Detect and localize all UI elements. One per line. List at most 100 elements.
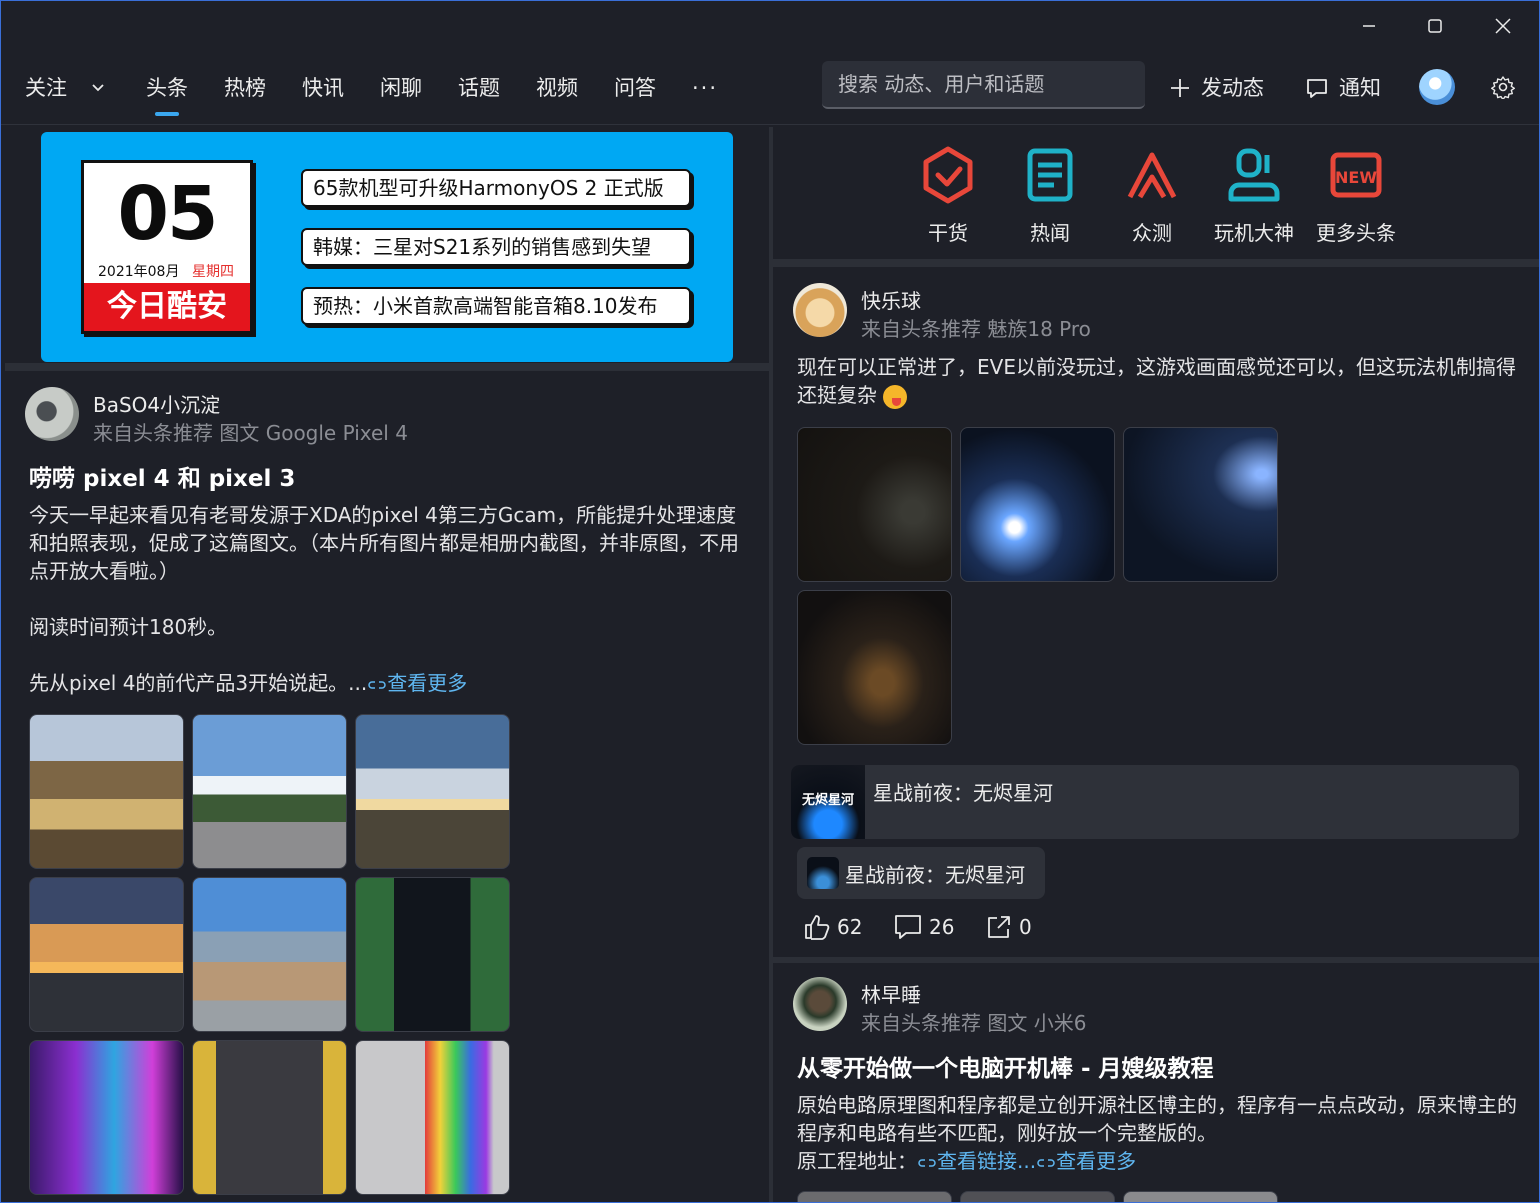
notify-button-label: 通知 [1339,76,1381,100]
close-button[interactable] [1470,1,1536,51]
author-avatar[interactable] [793,977,847,1031]
category-bar: 干货 热闻 众测 玩机大神 NEW 更多头条 [773,127,1539,259]
post-body: 今天一早起来看见有老哥发源于XDA的pixel 4第三方Gcam，所能提升处理速… [29,503,739,583]
photo-thumbnail[interactable] [355,877,510,1032]
post-meta: 来自头条推荐 魅族18 Pro [861,317,1091,341]
photo-thumbnail[interactable] [192,877,347,1032]
settings-button[interactable] [1490,75,1515,103]
post-meta: 来自头条推荐 图文 小米6 [861,1011,1087,1035]
nav-follow[interactable]: 关注 [25,73,105,103]
link-icon [918,1158,936,1167]
share-button[interactable]: 0 [985,913,1032,941]
like-button[interactable]: 62 [803,913,862,941]
project-link-label: 查看链接... [937,1149,1037,1173]
more-tabs-button[interactable]: ··· [692,73,718,103]
section-divider [5,363,769,371]
post-links: 原工程地址： 查看链接... 查看更多 [797,1147,1136,1175]
photo-thumbnail[interactable] [192,1040,347,1195]
photo-thumbnail[interactable] [1123,1191,1278,1202]
tab-headlines[interactable]: 头条 [146,73,188,116]
post-button[interactable]: 发动态 [1169,73,1264,103]
photo-thumbnail[interactable] [29,877,184,1032]
search-input[interactable] [822,61,1145,109]
section-divider [773,259,1539,267]
emoji-icon [883,384,908,409]
thumbs-up-icon [805,915,830,940]
gear-icon [1490,76,1515,101]
feed-post[interactable]: BaSO4小沉淀 来自头条推荐 图文 Google Pixel 4 唠唠 pix… [5,371,769,1202]
minimize-button[interactable] [1336,1,1402,51]
tag-logo [807,857,839,889]
message-icon [1307,79,1327,98]
author-name[interactable]: 快乐球 [861,285,921,314]
banner-headline[interactable]: 预热：小米首款高端智能音箱8.10发布 [301,287,691,325]
photo-thumbnail[interactable] [29,714,184,869]
author-avatar[interactable] [793,283,847,337]
calendar-day: 05 [117,171,219,257]
tab-topics[interactable]: 话题 [458,73,500,103]
photo-thumbnail[interactable] [355,714,510,869]
photo-thumbnail[interactable] [29,1040,184,1195]
screenshot-thumbnail[interactable] [960,427,1115,582]
link-icon [1037,1158,1055,1167]
game-card[interactable]: 无烬星河 星战前夜：无烬星河 [791,765,1519,839]
daily-banner[interactable]: 05 2021年08月 星期四 今日酷安 65款机型可升级HarmonyOS 2… [41,132,733,362]
notify-button[interactable]: 通知 [1305,73,1381,103]
chevron-down-icon [92,84,104,92]
comment-count: 26 [929,915,955,939]
tab-news[interactable]: 快讯 [302,73,344,103]
post-button-label: 发动态 [1201,76,1264,100]
project-link[interactable]: 查看链接... [917,1149,1036,1173]
comment-button[interactable]: 26 [893,913,954,941]
close-icon [1495,18,1511,34]
category-item[interactable]: NEW 更多头条 [1311,143,1401,245]
post-title[interactable]: 唠唠 pixel 4 和 pixel 3 [29,459,295,493]
post-reading-time: 阅读时间预计180秒。 [29,615,228,639]
comment-icon [895,915,921,939]
category-item[interactable]: 热闻 [1005,143,1095,245]
see-more-link[interactable]: 查看更多 [1036,1149,1136,1173]
maximize-button[interactable] [1402,1,1468,51]
document-icon [1027,148,1073,202]
see-more-link[interactable]: 查看更多 [367,671,467,695]
triangle-test-icon [1127,152,1177,199]
photo-thumbnail[interactable] [192,714,347,869]
post-title[interactable]: 从零开始做一个电脑开机棒 - 月嫂级教程 [797,1049,1214,1083]
tab-qa[interactable]: 问答 [614,73,656,103]
photo-thumbnail[interactable] [797,1191,952,1202]
banner-headline[interactable]: 65款机型可升级HarmonyOS 2 正式版 [301,169,691,207]
tab-chat[interactable]: 闲聊 [380,73,422,103]
tab-video[interactable]: 视频 [536,73,578,103]
calendar-card: 05 2021年08月 星期四 今日酷安 [81,160,253,334]
banner-headline[interactable]: 韩媒：三星对S21系列的销售感到失望 [301,228,691,266]
minimize-icon [1363,25,1375,27]
screenshot-thumbnail[interactable] [797,427,952,582]
calendar-footer: 今日酷安 [84,283,250,331]
new-badge-icon: NEW [1330,152,1382,198]
tab-hot[interactable]: 热榜 [224,73,266,103]
post-intro-text: 先从pixel 4的前代产品3开始说起。... [29,671,368,695]
post-body: 现在可以正常进了，EVE以前没玩过，这游戏画面感觉还可以，但这玩法机制搞得还挺复… [797,353,1517,409]
author-avatar[interactable] [25,387,79,441]
screenshot-thumbnail[interactable] [1123,427,1278,582]
category-item[interactable]: 玩机大神 [1209,143,1299,245]
feed-post[interactable]: 快乐球 来自头条推荐 魅族18 Pro 现在可以正常进了，EVE以前没玩过，这游… [773,267,1539,957]
feed-post[interactable]: 林早睡 来自头条推荐 图文 小米6 从零开始做一个电脑开机棒 - 月嫂级教程 原… [773,963,1539,1202]
photo-thumbnail[interactable] [355,1040,510,1195]
category-item[interactable]: 众测 [1107,143,1197,245]
author-name[interactable]: BaSO4小沉淀 [93,389,220,418]
user-avatar[interactable] [1419,69,1455,105]
photo-thumbnail[interactable] [960,1191,1115,1202]
right-column: 干货 热闻 众测 玩机大神 NEW 更多头条 快乐球 来自头条推荐 魅族18 P… [773,127,1539,1202]
link-icon [368,680,386,689]
category-label: 更多头条 [1316,221,1396,245]
see-more-label: 查看更多 [387,671,468,695]
category-item[interactable]: 干货 [903,143,993,245]
topic-tag[interactable]: 星战前夜：无烬星河 [797,847,1045,899]
like-count: 62 [837,915,863,939]
calendar-weekday: 星期四 [192,264,234,280]
app-window: 关注 头条 热榜 快讯 闲聊 话题 视频 问答 ··· 发动态 通知 [0,0,1540,1203]
screenshot-thumbnail[interactable] [797,590,952,745]
author-name[interactable]: 林早睡 [861,979,921,1008]
address-label: 原工程地址： [797,1149,917,1173]
